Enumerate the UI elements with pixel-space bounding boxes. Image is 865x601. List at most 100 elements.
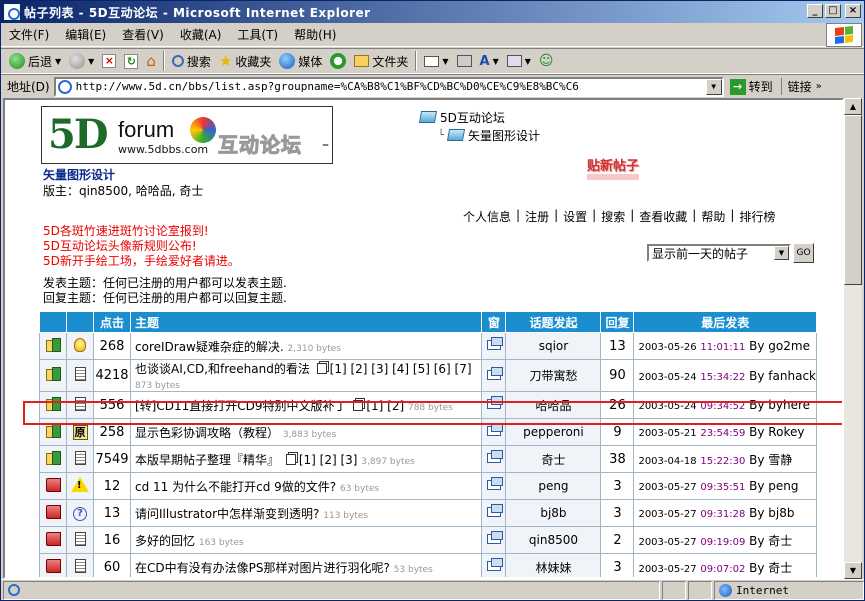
open-window-cell[interactable] (481, 359, 507, 392)
scroll-thumb[interactable] (844, 115, 862, 285)
forum-logo[interactable]: 5D forum www.5dbbs.com 互动论坛 – (41, 106, 333, 164)
new-post-button[interactable]: 贴新帖子 (587, 160, 640, 180)
new-window-icon[interactable] (486, 531, 503, 544)
new-window-icon[interactable] (486, 337, 503, 350)
new-window-icon[interactable] (486, 396, 503, 409)
topic-author[interactable]: 奇士 (505, 445, 602, 473)
forward-button[interactable]: ▼ (65, 50, 98, 72)
folders-button[interactable]: 文件夹 (350, 50, 412, 72)
open-window-cell[interactable] (481, 526, 507, 554)
notice-link[interactable]: 5D各斑竹速进斑竹讨论室报到! (43, 224, 240, 239)
address-input[interactable]: http://www.5d.cn/bbs/list.asp?groupname=… (53, 76, 724, 97)
page-links[interactable]: [1] [2] [3] [4] [5] [6] [7] (330, 362, 472, 376)
last-post-author[interactable]: By 奇士 (749, 561, 792, 575)
page-links[interactable]: [1] [2] [3] (299, 453, 358, 467)
new-window-icon[interactable] (486, 504, 503, 517)
messenger-button[interactable]: ☺ (535, 50, 558, 72)
topic-author[interactable]: bj8b (505, 499, 602, 527)
new-window-icon[interactable] (486, 477, 503, 490)
forward-dropdown-icon[interactable]: ▼ (88, 57, 94, 66)
topic-link[interactable]: 也谈谈AI,CD,和freehand的看法 (135, 362, 310, 376)
edit-dropdown-icon[interactable]: ▼ (493, 57, 499, 66)
open-window-cell[interactable] (481, 418, 507, 446)
filter-go-button[interactable]: GO (793, 243, 814, 263)
notice-link[interactable]: 5D新开手绘工场，手绘爱好者请进。 (43, 254, 240, 269)
maximize-button[interactable]: □ (825, 4, 841, 18)
scroll-up-icon[interactable]: ▲ (844, 98, 862, 115)
mail-button[interactable]: ▼ (420, 50, 452, 72)
print-button[interactable] (453, 50, 476, 72)
topic-link[interactable]: 本版早期帖子整理『精华』 (135, 453, 279, 467)
topic-link[interactable]: coreIDraw疑难杂症的解决. (135, 340, 284, 354)
menu-edit[interactable]: 编辑(E) (57, 25, 114, 45)
page-viewport[interactable]: 5D forum www.5dbbs.com 互动论坛 – 矢量图形设计 版主：… (3, 98, 844, 579)
open-window-cell[interactable] (481, 445, 507, 473)
nav-register[interactable]: 注册 (525, 208, 549, 225)
new-window-icon[interactable] (486, 450, 503, 463)
open-window-cell[interactable] (481, 332, 507, 360)
last-post-author[interactable]: By bj8b (749, 506, 794, 520)
minimize-button[interactable]: _ (807, 4, 823, 18)
nav-profile[interactable]: 个人信息 (463, 208, 511, 225)
topic-author[interactable]: 刀带寓愁 (505, 359, 602, 392)
last-post-author[interactable]: By go2me (749, 339, 810, 353)
back-dropdown-icon[interactable]: ▼ (55, 57, 61, 66)
menu-tools[interactable]: 工具(T) (229, 25, 286, 45)
nav-ranking[interactable]: 排行榜 (739, 208, 775, 225)
home-button[interactable]: ⌂ (142, 50, 160, 72)
address-url[interactable]: http://www.5d.cn/bbs/list.asp?groupname=… (76, 80, 579, 93)
topic-link[interactable]: cd 11 为什么不能打开cd 9做的文件? (135, 480, 336, 494)
new-window-icon[interactable] (486, 366, 503, 380)
breadcrumb-child[interactable]: └ 矢量图形设计 (438, 126, 540, 144)
topic-link[interactable]: [转]CD11直接打开CD9特别中文版补丁 (135, 399, 347, 413)
scroll-down-icon[interactable]: ▼ (844, 562, 862, 579)
last-post-author[interactable]: By 雪静 (749, 453, 792, 467)
topic-author[interactable]: 哈哈品 (505, 391, 602, 419)
discuss-dropdown-icon[interactable]: ▼ (525, 57, 531, 66)
address-dropdown-icon[interactable]: ▼ (705, 78, 722, 95)
title-bar[interactable]: 帖子列表 - 5D互动论坛 - Microsoft Internet Explo… (1, 1, 864, 23)
open-window-cell[interactable] (481, 499, 507, 527)
history-button[interactable] (326, 50, 350, 72)
topic-link[interactable]: 请问Illustrator中怎样渐变到透明? (135, 507, 319, 521)
menu-favorites[interactable]: 收藏(A) (172, 25, 230, 45)
last-post-author[interactable]: By 奇士 (749, 534, 792, 548)
nav-settings[interactable]: 设置 (563, 208, 587, 225)
menu-help[interactable]: 帮助(H) (286, 25, 344, 45)
new-window-icon[interactable] (486, 423, 503, 436)
links-button[interactable]: 链接 (780, 78, 812, 95)
last-post-author[interactable]: By fanhack (749, 369, 816, 383)
page-links[interactable]: [1] [2] (366, 399, 404, 413)
topic-author[interactable]: 林妹妹 (505, 553, 602, 577)
close-button[interactable]: × (845, 4, 861, 18)
open-window-cell[interactable] (481, 472, 507, 500)
topic-link[interactable]: 显示色彩协调攻略（教程） (135, 426, 279, 440)
favorites-button[interactable]: ★ 收藏夹 (215, 50, 275, 72)
open-window-cell[interactable] (481, 553, 507, 577)
edit-button[interactable]: A ▼ (476, 50, 503, 72)
mail-dropdown-icon[interactable]: ▼ (442, 57, 448, 66)
topic-author[interactable]: sqior (505, 332, 602, 360)
topic-author[interactable]: pepperoni (505, 418, 602, 446)
search-button[interactable]: 搜索 (168, 50, 215, 72)
last-post-author[interactable]: By peng (749, 479, 798, 493)
nav-help[interactable]: 帮助 (701, 208, 725, 225)
go-button[interactable]: → 转到 (729, 78, 773, 95)
chevron-down-icon[interactable]: ▼ (774, 246, 789, 260)
last-post-author[interactable]: By Rokey (749, 425, 804, 439)
vertical-scrollbar[interactable]: ▲ ▼ (844, 98, 862, 579)
media-button[interactable]: 媒体 (275, 50, 326, 72)
notice-link[interactable]: 5D互动论坛头像新规则公布! (43, 239, 240, 254)
nav-search[interactable]: 搜索 (601, 208, 625, 225)
last-post-author[interactable]: By byhere (749, 398, 810, 412)
time-filter-select[interactable]: 显示前一天的帖子 ▼ (647, 244, 791, 262)
refresh-button[interactable]: ↻ (120, 50, 142, 72)
discuss-button[interactable]: ▼ (503, 50, 535, 72)
board-title[interactable]: 矢量图形设计 (43, 166, 115, 183)
stop-button[interactable]: × (98, 50, 120, 72)
open-window-cell[interactable] (481, 391, 507, 419)
topic-link[interactable]: 在CD中有没有办法像PS那样对图片进行羽化呢? (135, 561, 390, 575)
new-window-icon[interactable] (486, 558, 503, 571)
back-button[interactable]: 后退 ▼ (5, 50, 65, 72)
menu-file[interactable]: 文件(F) (1, 25, 57, 45)
